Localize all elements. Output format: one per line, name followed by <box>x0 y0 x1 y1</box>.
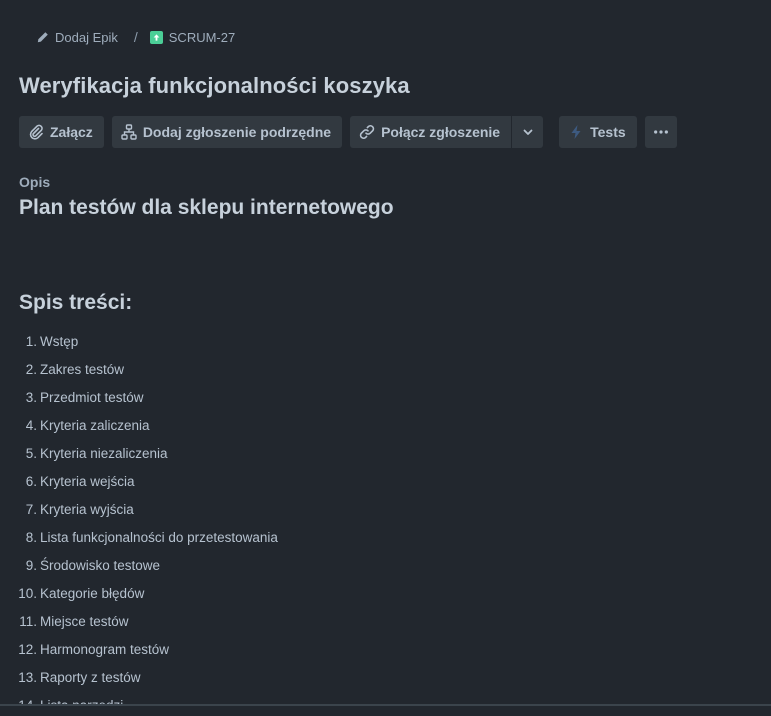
list-item-number: 11. <box>19 614 37 629</box>
list-item-text: Zakres testów <box>40 362 125 377</box>
link-issue-dropdown-button[interactable] <box>511 116 544 148</box>
link-issue-button[interactable]: Połącz zgłoszenie <box>350 116 512 148</box>
list-item-number: 5. <box>25 446 37 461</box>
list-item-number: 2. <box>25 362 37 377</box>
add-child-label: Dodaj zgłoszenie podrzędne <box>142 124 332 140</box>
list-item-number: 1. <box>25 334 37 349</box>
list-item: 1. Wstęp <box>0 328 771 356</box>
paperclip-icon <box>28 124 44 140</box>
list-item: 6. Kryteria wejścia <box>0 468 771 496</box>
list-item: 12. Harmonogram testów <box>0 636 771 664</box>
list-item-text: Miejsce testów <box>40 614 129 629</box>
list-item-text: Kryteria wyjścia <box>40 502 134 517</box>
more-icon <box>653 124 669 140</box>
list-item-number: 14. <box>0 692 40 704</box>
list-item: 4. Kryteria zaliczenia <box>0 412 771 440</box>
list-item-number: 4. <box>25 418 37 433</box>
list-item: 3. Przedmiot testów <box>0 384 771 412</box>
link-issue-label: Połącz zgłoszenie <box>381 124 501 140</box>
hierarchy-icon <box>121 124 137 140</box>
toc-heading: Spis treści: <box>19 291 133 314</box>
attach-button[interactable]: Załącz <box>19 116 104 148</box>
list-item-text: Raporty z testów <box>40 670 141 685</box>
list-item: 10. Kategorie błędów <box>0 580 771 608</box>
list-item-text: Harmonogram testów <box>40 642 170 657</box>
list-item-number: 3. <box>25 390 37 405</box>
link-issue-split-button: Połącz zgłoszenie <box>350 116 544 148</box>
list-item-number: 6. <box>25 474 37 489</box>
add-epic-link[interactable]: Dodaj Epik <box>36 30 118 45</box>
story-icon <box>149 30 163 44</box>
list-item: 8. Lista funkcjonalności do przetestowani… <box>0 524 771 552</box>
list-item-text: Lista funkcjonalności do przetestowania <box>40 530 278 545</box>
list-item-number: 13. <box>18 670 37 685</box>
editor-bottom-divider <box>0 704 771 706</box>
list-item-text: Wstęp <box>40 334 79 349</box>
issue-view: Dodaj Epik / SCRUM-27 Weryfikacja funkcj… <box>0 0 771 716</box>
list-item: 13. Raporty z testów <box>0 664 771 692</box>
toc-list: 1. Wstęp 2. Zakres testów 3. Przedmiot test… <box>0 328 771 704</box>
list-item-text: Lista narzędzi <box>40 692 123 704</box>
attach-label: Załącz <box>50 124 93 140</box>
list-item: 11. Miejsce testów <box>0 608 771 636</box>
breadcrumb-separator: / <box>133 29 138 45</box>
list-item-number: 9. <box>25 558 37 573</box>
list-item-text: Kryteria wejścia <box>40 474 135 489</box>
list-item-number: 12. <box>18 642 37 657</box>
breadcrumb: Dodaj Epik / SCRUM-27 <box>36 27 235 47</box>
more-actions-button[interactable] <box>644 116 677 148</box>
description-heading: Plan testów dla sklepu internetowego <box>19 196 394 219</box>
pencil-icon <box>36 31 49 44</box>
add-child-issue-button[interactable]: Dodaj zgłoszenie podrzędne <box>111 116 343 148</box>
list-item-text: Przedmiot testów <box>40 390 144 405</box>
list-item: 14.Lista narzędzi <box>0 692 771 704</box>
issue-title[interactable]: Weryfikacja funkcjonalności koszyka <box>19 73 410 99</box>
list-item-number: 7. <box>25 502 37 517</box>
list-item-number: 10. <box>18 586 37 601</box>
add-epic-label: Dodaj Epik <box>55 29 118 45</box>
list-item: 2. Zakres testów <box>0 356 771 384</box>
lightning-icon <box>568 124 584 140</box>
issue-toolbar: Załącz Dodaj zgłoszenie podrzędne Połącz… <box>19 116 677 148</box>
list-item: 7. Kryteria wyjścia <box>0 496 771 524</box>
list-item: 5. Kryteria niezaliczenia <box>0 440 771 468</box>
link-icon <box>359 124 375 140</box>
list-item-text: Kategorie błędów <box>40 586 145 601</box>
description-label: Opis <box>19 174 51 190</box>
list-item: 9. Środowisko testowe <box>0 552 771 580</box>
list-item-number: 8. <box>25 530 37 545</box>
issue-key-link[interactable]: SCRUM-27 <box>149 29 236 45</box>
chevron-down-icon <box>520 124 536 140</box>
list-item-text: Kryteria zaliczenia <box>40 418 150 433</box>
tests-button[interactable]: Tests <box>559 116 637 148</box>
list-item-text: Środowisko testowe <box>40 558 161 573</box>
tests-label: Tests <box>590 124 626 140</box>
issue-key: SCRUM-27 <box>168 29 236 45</box>
list-item-text: Kryteria niezaliczenia <box>40 446 168 461</box>
